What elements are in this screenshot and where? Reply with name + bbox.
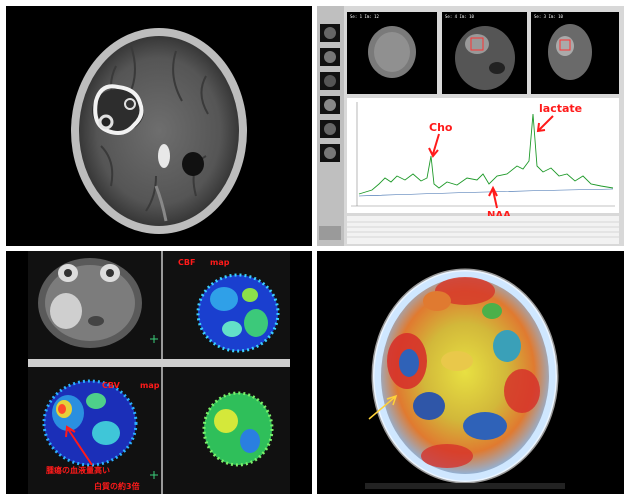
- mrs-viewer: Se: 1 Im: 12 Se: 4 Im: 10 Se: 3 Im: 10 C…: [317, 6, 624, 246]
- cbv-map-suffix: map: [140, 381, 160, 390]
- enhancing-tumor: [92, 84, 144, 135]
- spectrum-results-table: [347, 216, 619, 244]
- lactate-peak-label: lactate: [539, 102, 582, 115]
- spectrum-plot[interactable]: [347, 98, 619, 213]
- svg-text:Se: 3 Im: 10: Se: 3 Im: 10: [534, 14, 563, 19]
- t2-mri-viewport[interactable]: [38, 258, 142, 348]
- t1-mri-image: [71, 28, 247, 234]
- toolbar-button[interactable]: [319, 226, 341, 240]
- mr-spectroscopy-panel: Se: 1 Im: 12 Se: 4 Im: 10 Se: 3 Im: 10 C…: [317, 6, 624, 246]
- tumor-blood-volume-note: 腫瘍の血液量高い: [46, 465, 110, 475]
- cbf-map-viewport[interactable]: [196, 273, 280, 353]
- perfusion-viewer: CBF map CBV map 腫瘍の血液量高い 白質の約3倍: [6, 251, 312, 494]
- perfusion-maps-panel: CBF map CBV map 腫瘍の血液量高い 白質の約3倍: [6, 251, 312, 494]
- perfusion-map-viewport-4[interactable]: [202, 391, 274, 467]
- t1-contrast-mri-panel: [6, 6, 312, 246]
- pet-fusion-image: [365, 268, 565, 489]
- cbf-map-label: CBF: [178, 258, 195, 267]
- cbv-map-viewport[interactable]: [42, 379, 138, 467]
- cbf-map-suffix: map: [210, 258, 230, 267]
- pet-ct-fusion-panel: [317, 251, 624, 494]
- svg-text:Se: 4 Im: 10: Se: 4 Im: 10: [445, 14, 474, 19]
- svg-text:Se: 1 Im: 12: Se: 1 Im: 12: [350, 14, 379, 19]
- cho-peak-label: Cho: [429, 121, 453, 134]
- cbv-map-label: CBV: [102, 381, 121, 390]
- viewport-toolbar[interactable]: [28, 359, 290, 367]
- white-matter-ratio-note: 白質の約3倍: [94, 481, 140, 491]
